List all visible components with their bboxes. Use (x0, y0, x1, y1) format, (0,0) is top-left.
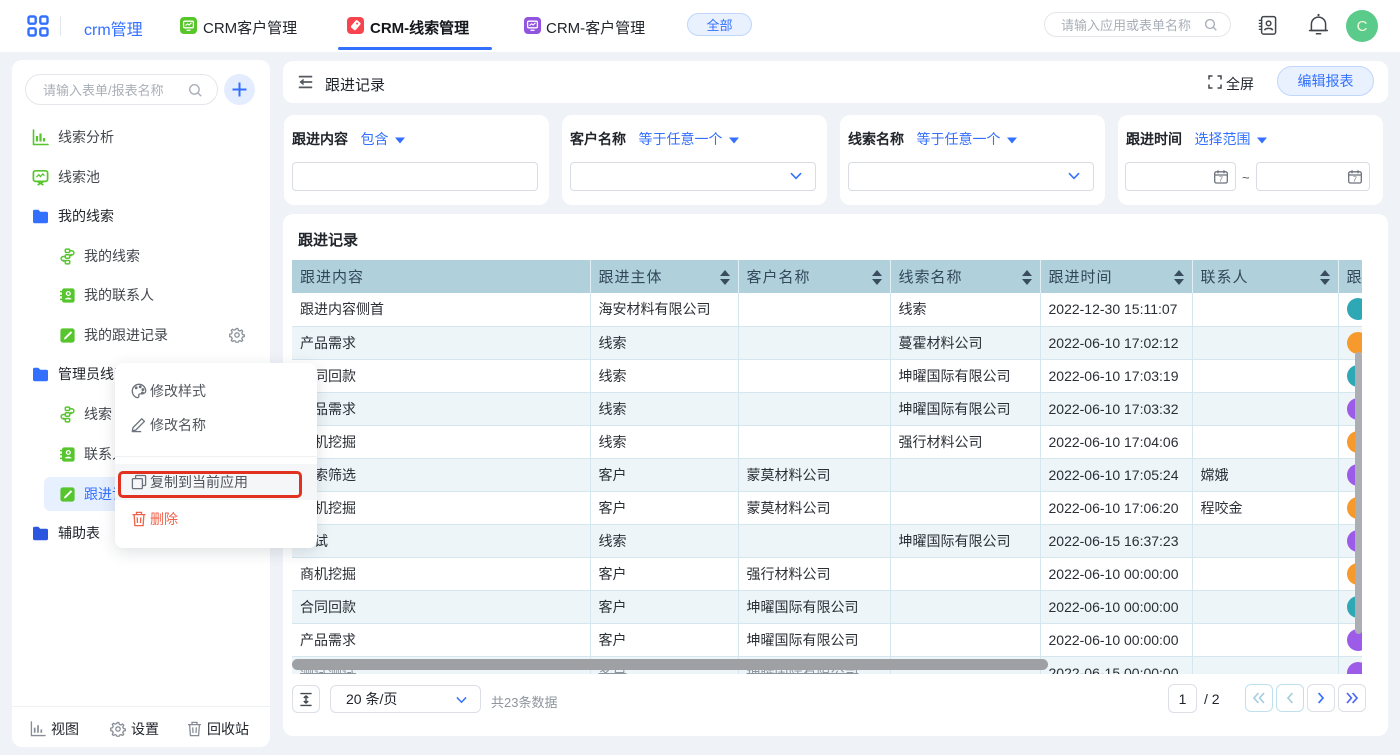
svg-text:7: 7 (1353, 175, 1357, 184)
svg-text:7: 7 (1219, 175, 1223, 184)
